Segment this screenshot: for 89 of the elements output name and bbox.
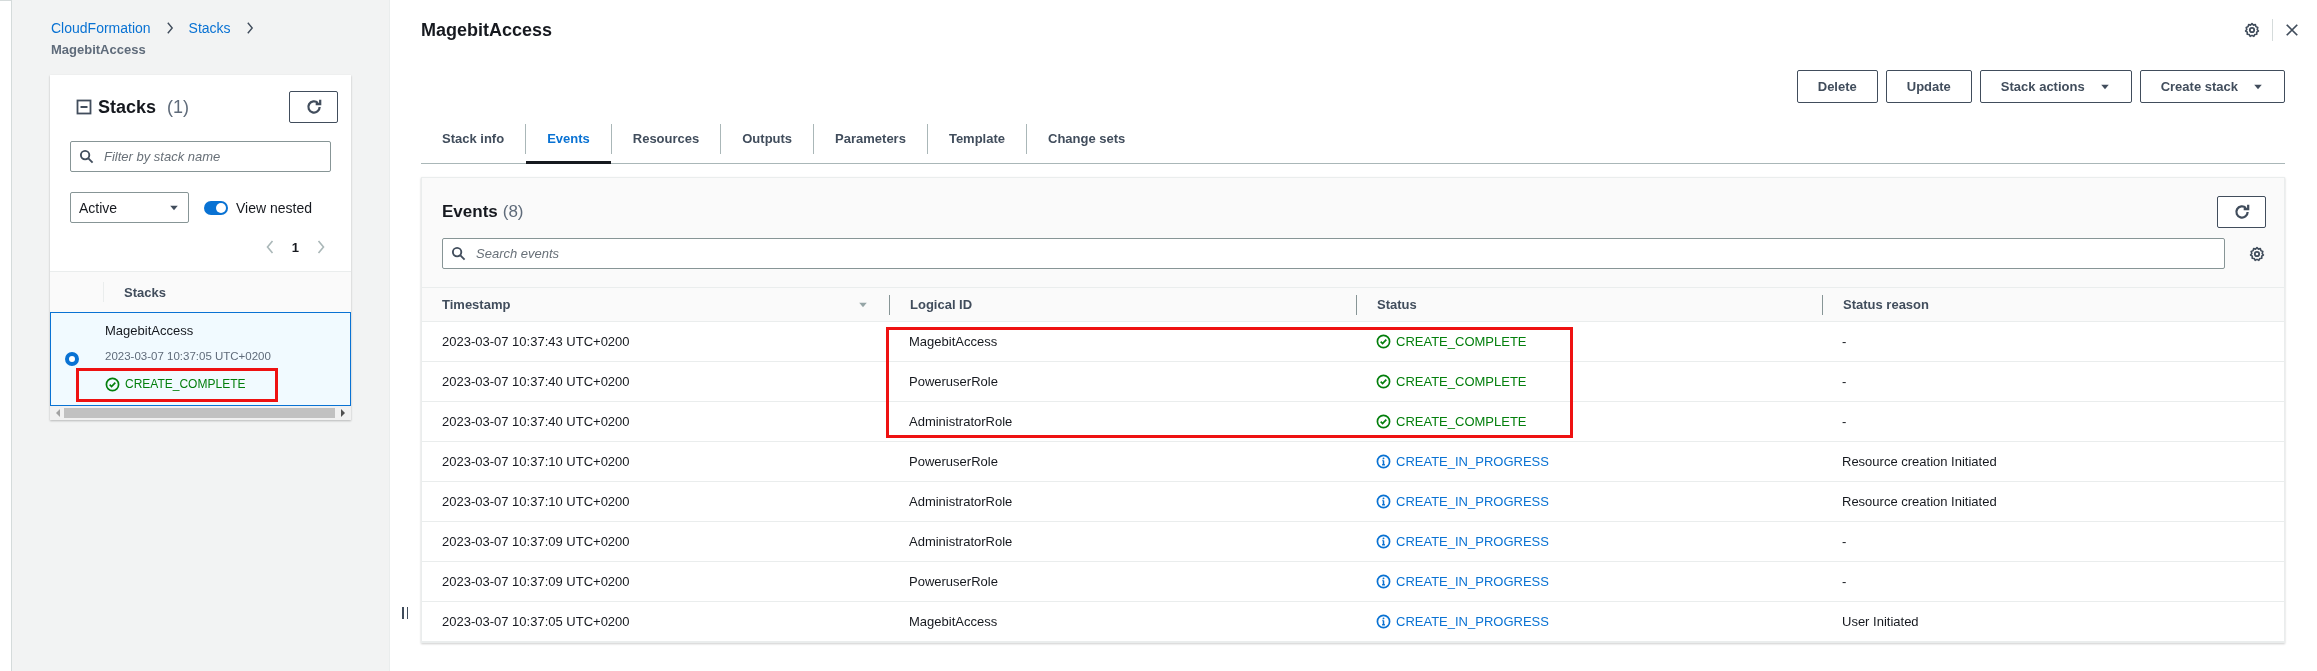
table-cell-text: User Initiated (1841, 614, 1920, 629)
breadcrumb-link[interactable]: Stacks (188, 20, 231, 36)
stack-timestamp: 2023-03-07 10:37:05 UTC+0200 (105, 349, 272, 362)
status-text: CREATE_IN_PROGRESS (1396, 534, 1549, 549)
tab[interactable]: Outputs (721, 115, 814, 164)
tab[interactable]: Change sets (1027, 115, 1147, 164)
action-button[interactable]: Delete (1796, 70, 1878, 103)
tab[interactable]: Template (927, 115, 1026, 164)
search-icon (79, 149, 94, 164)
radio-button[interactable] (65, 352, 79, 366)
close-icon[interactable] (2285, 23, 2299, 37)
search-field[interactable]: Search events (442, 238, 2225, 269)
table-cell-text: PoweruserRole (908, 574, 999, 589)
filter-field[interactable]: Filter by stack name (70, 141, 331, 172)
column-header[interactable]: Logical ID (910, 294, 1336, 315)
collapse-icon (76, 99, 92, 115)
check-circle-icon (105, 376, 120, 392)
toggle-label: View nested (236, 199, 312, 216)
table-cell-text: - (1841, 414, 1848, 429)
stack-name: MagebitAccess (105, 322, 195, 338)
refresh-button[interactable] (289, 91, 338, 123)
resize-handle-icon[interactable] (402, 607, 408, 619)
info-icon (1376, 494, 1391, 509)
settings-icon[interactable] (2244, 22, 2260, 38)
info-icon (1376, 534, 1391, 549)
info-icon (1376, 614, 1391, 629)
column-header: Stacks (124, 284, 166, 300)
table-cell-text: PoweruserRole (908, 454, 999, 469)
horizontal-scrollbar[interactable] (50, 406, 351, 420)
table-cell-text: - (1841, 374, 1848, 389)
search-icon (451, 246, 466, 261)
breadcrumb-link[interactable]: CloudFormation (51, 20, 151, 36)
status-text: CREATE_COMPLETE (1396, 334, 1527, 349)
stack-row[interactable]: MagebitAccess 2023-03-07 10:37:05 UTC+0200 CREATE_COMPLETE (50, 313, 351, 406)
check-circle-icon (1376, 374, 1391, 389)
refresh-button[interactable] (2217, 196, 2266, 228)
table-cell-text: 2023-03-07 10:37:43 UTC+0200 (441, 334, 631, 349)
status-text: CREATE_COMPLETE (1396, 414, 1527, 429)
action-button[interactable]: Update (1885, 70, 1972, 103)
tab[interactable]: Stack info (421, 115, 526, 164)
table-cell-text: 2023-03-07 10:37:10 UTC+0200 (441, 494, 631, 509)
status-text: CREATE_IN_PROGRESS (1396, 454, 1549, 469)
table-cell-text: - (1841, 334, 1848, 349)
check-circle-icon (1376, 334, 1391, 349)
toggle-switch[interactable] (204, 200, 228, 215)
status-select[interactable]: Active (70, 192, 189, 223)
breadcrumb-current: MagebitAccess (50, 42, 147, 57)
check-circle-icon (1376, 414, 1391, 429)
table-cell-text: - (1841, 574, 1848, 589)
status-text: CREATE_IN_PROGRESS (1396, 614, 1549, 629)
table-cell-text: AdministratorRole (908, 534, 1014, 549)
column-header[interactable]: Timestamp (442, 294, 869, 315)
filter-input[interactable]: Filter by stack name (102, 148, 322, 165)
column-header[interactable]: Status (1377, 294, 1802, 315)
dropdown-button[interactable]: Stack actions (1979, 70, 2132, 103)
info-icon (1376, 574, 1391, 589)
table-cell-text: - (1841, 534, 1848, 549)
table-cell-text: 2023-03-07 10:37:40 UTC+0200 (441, 414, 631, 429)
panel-title: Events (442, 202, 498, 221)
dropdown-button[interactable]: Create stack (2139, 70, 2285, 103)
table-cell-text: 2023-03-07 10:37:09 UTC+0200 (441, 574, 631, 589)
table-cell-text: AdministratorRole (908, 494, 1014, 509)
table-cell-text: MagebitAccess (908, 334, 999, 349)
table-cell-text: 2023-03-07 10:37:40 UTC+0200 (441, 374, 631, 389)
tab[interactable]: Resources (611, 115, 721, 164)
table-cell-text: 2023-03-07 10:37:05 UTC+0200 (441, 614, 631, 629)
status-text: CREATE_COMPLETE (1396, 374, 1527, 389)
page-title: MagebitAccess (421, 19, 553, 41)
status-text: CREATE_IN_PROGRESS (1396, 494, 1549, 509)
table-cell-text: 2023-03-07 10:37:09 UTC+0200 (441, 534, 631, 549)
table-cell-text: 2023-03-07 10:37:10 UTC+0200 (441, 454, 631, 469)
table-cell-text: AdministratorRole (908, 414, 1014, 429)
panel-count: (1) (167, 96, 190, 118)
tab[interactable]: Parameters (814, 115, 927, 164)
panel-title: Stacks (98, 96, 157, 118)
table-cell-text: MagebitAccess (908, 614, 999, 629)
refresh-icon (304, 98, 323, 116)
page-number[interactable]: 1 (291, 239, 299, 255)
search-input[interactable]: Search events (474, 245, 2216, 262)
table-cell-text: PoweruserRole (908, 374, 999, 389)
settings-icon[interactable] (2249, 245, 2265, 262)
status-text: CREATE_IN_PROGRESS (1396, 574, 1549, 589)
table-cell-text: Resource creation Initiated (1841, 454, 1998, 469)
refresh-icon (2232, 203, 2251, 221)
status-text: CREATE_COMPLETE (125, 377, 246, 391)
column-header[interactable]: Status reason (1843, 294, 2264, 315)
panel-count: (8) (502, 202, 524, 221)
info-icon (1376, 454, 1391, 469)
table-cell-text: Resource creation Initiated (1841, 494, 1998, 509)
